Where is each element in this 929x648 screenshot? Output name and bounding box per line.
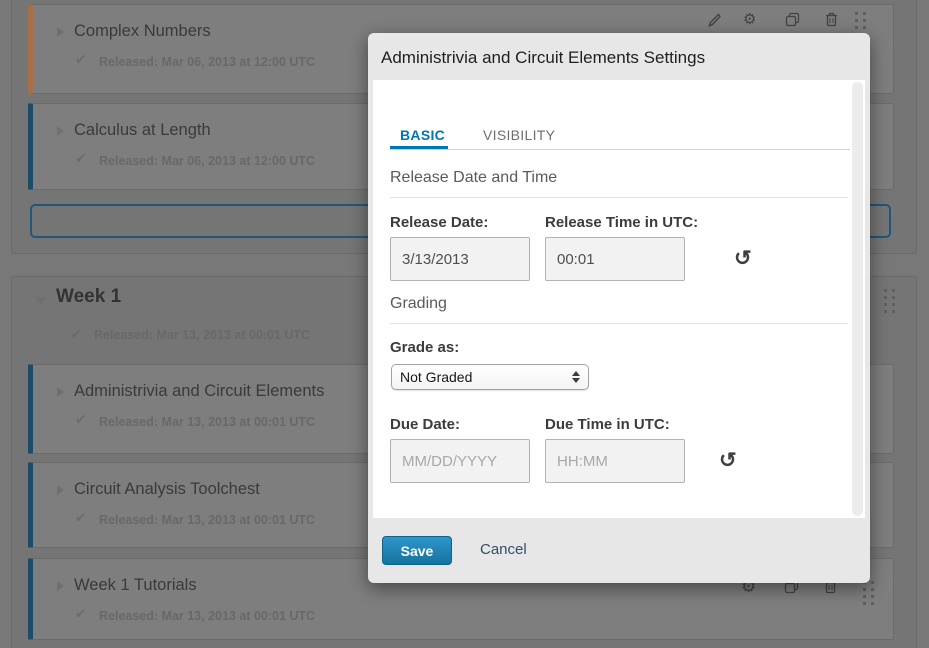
edit-icon[interactable] — [707, 13, 721, 30]
release-time-input[interactable] — [545, 237, 685, 281]
release-time-label: Release Time in UTC: — [545, 214, 698, 231]
expand-arrow-icon[interactable] — [57, 581, 64, 591]
modal-title: Administrivia and Circuit Elements Setti… — [381, 33, 705, 80]
release-date-label: Release Date: — [390, 214, 488, 231]
due-time-input[interactable] — [545, 439, 685, 483]
save-button[interactable]: Save — [382, 536, 452, 565]
release-date-input[interactable] — [390, 237, 530, 281]
subsection-release-meta: Released: Mar 13, 2013 at 00:01 UTC — [99, 609, 315, 623]
grade-as-label: Grade as: — [390, 339, 459, 356]
section-release-meta: Released: Mar 13, 2013 at 00:01 UTC — [94, 328, 310, 342]
subsection-title: Calculus at Length — [74, 121, 211, 140]
expand-arrow-icon[interactable] — [57, 126, 64, 136]
reset-release-icon[interactable]: ↺ — [734, 248, 752, 269]
select-arrows-icon — [572, 371, 580, 383]
subsection-title: Administrivia and Circuit Elements — [74, 382, 324, 401]
duplicate-icon[interactable] — [785, 12, 800, 30]
drag-handle-icon[interactable] — [884, 289, 895, 313]
grade-as-value: Not Graded — [400, 369, 572, 385]
settings-modal: Administrivia and Circuit Elements Setti… — [368, 33, 870, 583]
subsection-title: Complex Numbers — [74, 22, 211, 41]
due-time-label: Due Time in UTC: — [545, 416, 670, 433]
settings-gear-icon[interactable]: ⚙ — [743, 12, 756, 27]
expand-arrow-icon[interactable] — [57, 485, 64, 495]
subsection-release-meta: Released: Mar 13, 2013 at 00:01 UTC — [99, 415, 315, 429]
check-icon: ✔ — [75, 51, 87, 68]
collapse-arrow-icon[interactable] — [35, 297, 47, 305]
due-date-label: Due Date: — [390, 416, 460, 433]
release-section-heading: Release Date and Time — [390, 169, 848, 198]
subsection-title: Circuit Analysis Toolchest — [74, 480, 260, 499]
check-icon: ✔ — [75, 509, 87, 526]
cancel-button[interactable]: Cancel — [480, 541, 527, 558]
tab-visibility[interactable]: VISIBILITY — [483, 124, 555, 146]
section-title: Week 1 — [56, 286, 121, 308]
reset-due-icon[interactable]: ↺ — [719, 450, 737, 471]
page: Complex Numbers ✔ Released: Mar 06, 2013… — [0, 0, 929, 648]
subsection-release-meta: Released: Mar 06, 2013 at 12:00 UTC — [99, 154, 315, 168]
check-icon: ✔ — [75, 605, 87, 622]
check-icon: ✔ — [75, 411, 87, 428]
grading-section-heading: Grading — [390, 295, 848, 324]
subsection-release-meta: Released: Mar 13, 2013 at 00:01 UTC — [99, 513, 315, 527]
tab-basic[interactable]: BASIC — [400, 124, 445, 146]
drag-handle-icon[interactable] — [863, 581, 874, 605]
modal-body: BASIC VISIBILITY Release Date and Time R… — [373, 80, 865, 518]
grade-as-select[interactable]: Not Graded — [391, 364, 589, 390]
check-icon: ✔ — [75, 150, 87, 167]
due-date-input[interactable] — [390, 439, 530, 483]
subsection-release-meta: Released: Mar 06, 2013 at 12:00 UTC — [99, 55, 315, 69]
delete-icon[interactable] — [825, 12, 838, 30]
subsection-title: Week 1 Tutorials — [74, 576, 197, 595]
modal-scrollbar[interactable] — [852, 82, 863, 516]
check-icon: ✔ — [70, 326, 82, 343]
tab-divider — [390, 149, 850, 150]
expand-arrow-icon[interactable] — [57, 387, 64, 397]
expand-arrow-icon[interactable] — [57, 27, 64, 37]
